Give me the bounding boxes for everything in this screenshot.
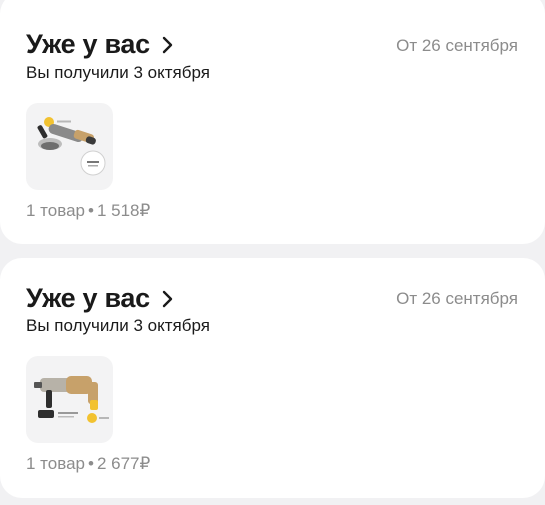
order-summary: 1 товар • 1 518₽ xyxy=(26,201,150,221)
angle-grinder-image xyxy=(37,117,106,176)
order-status: Вы получили 3 октября xyxy=(26,63,210,82)
item-count: 1 товар xyxy=(26,454,85,473)
order-date: От 26 сентября xyxy=(396,36,518,55)
order-card[interactable]: Уже у вас От 26 сентября Вы получили 3 о… xyxy=(0,258,545,498)
order-summary: 1 товар • 2 677₽ xyxy=(26,454,150,474)
order-price: 1 518₽ xyxy=(96,201,151,220)
order-header-link[interactable]: Уже у вас xyxy=(26,283,176,314)
chevron-right-icon xyxy=(162,290,173,307)
product-thumbnail[interactable] xyxy=(26,356,113,443)
separator-dot: • xyxy=(87,454,94,473)
rotary-hammer-image xyxy=(34,376,109,423)
order-status: Вы получили 3 октября xyxy=(26,316,210,335)
order-title: Уже у вас xyxy=(26,29,150,59)
chevron-right-icon xyxy=(162,36,173,53)
order-title: Уже у вас xyxy=(26,283,150,313)
separator-dot: • xyxy=(87,201,94,220)
order-date: От 26 сентября xyxy=(396,289,518,308)
product-thumbnail[interactable] xyxy=(26,103,113,190)
order-price: 2 677₽ xyxy=(96,454,151,473)
item-count: 1 товар xyxy=(26,201,85,220)
order-header-link[interactable]: Уже у вас xyxy=(26,29,176,60)
order-card[interactable]: Уже у вас От 26 сентября Вы получили 3 о… xyxy=(0,0,545,244)
